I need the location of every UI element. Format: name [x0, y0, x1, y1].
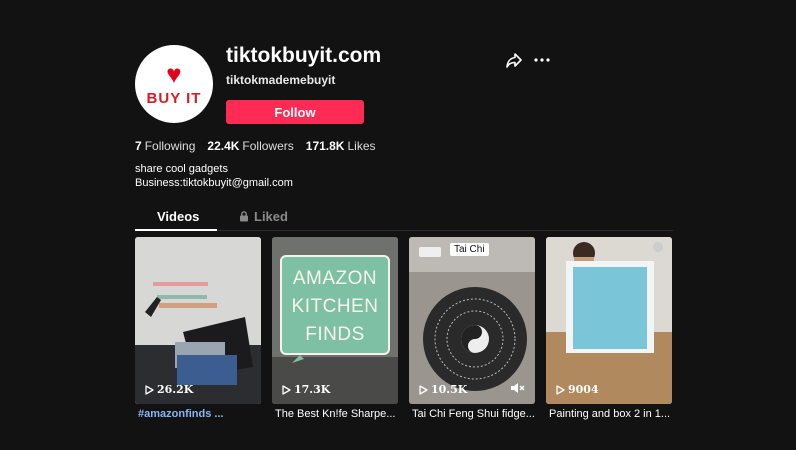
view-count: 10.5K [419, 383, 467, 396]
following-count: 7 [135, 139, 142, 153]
play-icon [282, 384, 291, 395]
video-caption[interactable]: The Best Kn!fe Sharpe... [275, 408, 401, 420]
bio-line: share cool gadgets [135, 163, 228, 175]
stat-following[interactable]: 7 Following [135, 139, 195, 153]
view-count-value: 9004 [568, 383, 599, 396]
lock-icon [240, 211, 248, 222]
overlay-word: AMAZON [292, 268, 378, 289]
share-icon[interactable] [505, 51, 523, 69]
more-icon[interactable] [533, 51, 551, 69]
video-caption[interactable]: Painting and box 2 in 1... [549, 408, 675, 420]
video-thumbnail[interactable]: 26.2K [135, 237, 261, 404]
overlay-word: FINDS [305, 324, 365, 345]
video-thumbnail[interactable]: AMAZON KITCHEN FINDS 17.3K [272, 237, 398, 404]
thumbnail-image [135, 237, 261, 404]
video-caption[interactable]: #amazonfinds ... [138, 408, 264, 420]
active-tab-indicator [135, 229, 217, 231]
thumbnail-image [409, 237, 535, 404]
play-icon [556, 384, 565, 395]
tab-liked[interactable]: Liked [239, 209, 288, 224]
video-caption[interactable]: Tai Chi Feng Shui fidge... [412, 408, 538, 420]
profile-bio: share cool gadgets Business:tiktokbuyit@… [135, 162, 293, 190]
view-count-value: 26.2K [157, 383, 194, 396]
likes-label: Likes [347, 139, 376, 153]
view-count-value: 10.5K [431, 383, 468, 396]
video-thumbnail[interactable]: 9004 [546, 237, 672, 404]
avatar[interactable]: ♥ BUY IT [135, 45, 213, 123]
bio-line: Business:tiktokbuyit@gmail.com [135, 177, 293, 189]
view-count: 17.3K [282, 383, 330, 396]
play-icon [145, 384, 154, 395]
followers-count: 22.4K [207, 139, 240, 153]
video-thumbnail[interactable]: Tai Chi 10.5K [409, 237, 535, 404]
view-count: 9004 [556, 383, 599, 396]
tab-liked-label: Liked [254, 209, 288, 224]
profile-tabs: Videos Liked [135, 206, 673, 231]
tab-videos[interactable]: Videos [157, 209, 199, 224]
play-icon [419, 384, 428, 395]
following-label: Following [144, 139, 196, 153]
overlay-word: KITCHEN [291, 296, 379, 317]
thumbnail-image [546, 237, 672, 404]
avatar-text: BUY IT [146, 90, 202, 107]
video-label: Tai Chi [450, 243, 489, 256]
muted-icon[interactable] [510, 381, 526, 395]
view-count-value: 17.3K [294, 383, 331, 396]
profile-username: tiktokmademebuyit [226, 73, 336, 87]
followers-label: Followers [242, 139, 294, 153]
view-count: 26.2K [145, 383, 193, 396]
profile-stats: 7 Following 22.4K Followers 171.8K Likes [135, 139, 376, 153]
likes-count: 171.8K [305, 139, 345, 153]
profile-title: tiktokbuyit.com [226, 44, 382, 67]
follow-button[interactable]: Follow [226, 100, 364, 124]
stat-likes: 171.8K Likes [306, 139, 376, 153]
video-overlay-text: AMAZON KITCHEN FINDS [280, 255, 390, 355]
heart-icon: ♥ [166, 59, 182, 89]
stat-followers[interactable]: 22.4K Followers [207, 139, 293, 153]
